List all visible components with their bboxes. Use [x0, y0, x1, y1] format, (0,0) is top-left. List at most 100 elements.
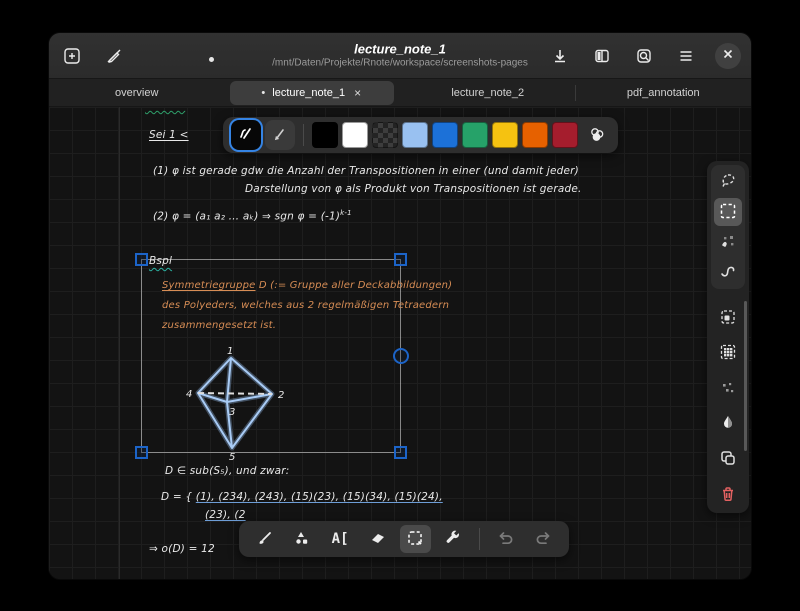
- typewriter-pen-button[interactable]: A[: [324, 525, 356, 553]
- handwriting-symmetry-note: Symmetriegruppe D (:= Gruppe aller Decka…: [162, 280, 453, 331]
- selector-pen-button[interactable]: [399, 525, 432, 553]
- pen-toggle-button[interactable]: [101, 43, 127, 69]
- document-title-block: lecture_note_1 /mnt/Daten/Projekte/Rnote…: [272, 41, 528, 70]
- handwriting-sub-line: D ∈ sub(S₅), und zwar:: [165, 465, 290, 477]
- tab-label: pdf_annotation: [626, 86, 700, 99]
- shaper-pen-button[interactable]: [287, 525, 319, 553]
- save-button[interactable]: [547, 43, 573, 69]
- new-tab-button[interactable]: [59, 43, 85, 69]
- tab-pdf-annotation[interactable]: pdf_annotation: [576, 79, 751, 106]
- color-swatch-black[interactable]: [312, 122, 338, 148]
- marker-pen-icon: [237, 125, 255, 146]
- plus-square-icon: [63, 47, 81, 65]
- handwriting-sei: Sei 1 <: [149, 129, 189, 141]
- handwriting-lemma: Lemma: [145, 107, 185, 110]
- stroke-color-fill-button[interactable]: [714, 411, 742, 438]
- tab-overview[interactable]: overview: [49, 79, 224, 106]
- tab-close-icon[interactable]: ×: [352, 87, 363, 99]
- color-picker-button[interactable]: [584, 122, 610, 148]
- selection-resize-lock-button[interactable]: [714, 305, 742, 332]
- duplicate-icon: [718, 448, 738, 471]
- selection-mode-rectangle-button[interactable]: [714, 198, 742, 226]
- document-path: /mnt/Daten/Projekte/Rnote/workspace/scre…: [272, 57, 528, 69]
- handwriting-item1-line1: (1) φ ist gerade gdw die Anzahl der Tran…: [153, 165, 579, 177]
- tab-lecture-note-2[interactable]: lecture_note_2: [400, 79, 576, 106]
- color-swatch-green[interactable]: [462, 122, 488, 148]
- delete-selection-button[interactable]: [714, 482, 742, 509]
- dashed-rectangle-icon: [718, 201, 738, 224]
- window-close-button[interactable]: [715, 42, 741, 69]
- shapes-icon: [292, 528, 312, 551]
- selection-handle-bottom-right[interactable]: [394, 446, 407, 459]
- color-swatch-white[interactable]: [342, 122, 368, 148]
- color-swatch-yellow[interactable]: [492, 122, 518, 148]
- selection-handle-top-right[interactable]: [394, 253, 407, 266]
- drawing-canvas[interactable]: Lemma Sei 1 < (1) φ ist gerade gdw die A…: [49, 107, 751, 579]
- app-window: lecture_note_1 /mnt/Daten/Projekte/Rnote…: [48, 32, 752, 580]
- tab-label: lecture_note_2: [451, 86, 525, 99]
- selector-options-panel: [707, 161, 749, 513]
- deselect-all-button[interactable]: [714, 376, 742, 403]
- toolbar-divider: [478, 528, 480, 550]
- color-palette-icon: [588, 125, 606, 146]
- handwriting-item2: (2) φ = (a₁ a₂ … aₖ) ⇒ sgn φ = (-1)k-1: [153, 209, 352, 223]
- selection-mode-lasso-button[interactable]: [714, 168, 742, 196]
- color-swatch-red[interactable]: [552, 122, 578, 148]
- selector-icon: [405, 528, 425, 551]
- eraser-icon: [368, 528, 388, 551]
- resize-frame-icon: [718, 307, 738, 330]
- brush-pen-button[interactable]: [249, 525, 281, 553]
- color-swatch-transparent[interactable]: [372, 122, 398, 148]
- selection-handle-bottom-left[interactable]: [135, 446, 148, 459]
- main-menu-button[interactable]: [673, 43, 699, 69]
- tab-bar: overview • lecture_note_1 × lecture_note…: [49, 79, 751, 107]
- vertex-label-2: 2: [278, 390, 284, 401]
- selection-mode-intersecting-path-button[interactable]: [714, 258, 742, 286]
- tap-select-icon: [718, 231, 738, 254]
- selection-rotate-handle[interactable]: [393, 348, 409, 364]
- paintbrush-icon: [255, 528, 275, 551]
- handwriting-bspl: Bspl: [149, 255, 173, 267]
- handwriting-set-line: D = { (1), (234), (243), (15)(23), (15)(…: [161, 491, 443, 503]
- deselect-all-icon: [718, 378, 738, 401]
- octahedron-sketch: 1 2 3 4 5: [186, 346, 284, 462]
- vertex-label-1: 1: [227, 346, 233, 357]
- select-all-button[interactable]: [714, 340, 742, 367]
- droplet-icon: [718, 413, 738, 436]
- color-swatch-orange[interactable]: [522, 122, 548, 148]
- download-icon: [551, 47, 569, 65]
- pens-toolbar: A[: [239, 521, 569, 557]
- selection-handle-top-left[interactable]: [135, 253, 148, 266]
- titlebar: lecture_note_1 /mnt/Daten/Projekte/Rnote…: [49, 33, 751, 79]
- toolbar-divider: [303, 124, 304, 146]
- s-curve-icon: [718, 261, 738, 284]
- panel-scrollbar[interactable]: [744, 301, 747, 451]
- brush-icon: [271, 125, 289, 146]
- undo-button[interactable]: [490, 525, 522, 553]
- pages-icon: [593, 47, 611, 65]
- tab-unsaved-dot: •: [261, 86, 266, 99]
- eraser-pen-button[interactable]: [362, 525, 394, 553]
- tab-label: lecture_note_1: [272, 86, 346, 99]
- vertex-label-4: 4: [186, 389, 192, 400]
- tab-lecture-note-1[interactable]: • lecture_note_1 ×: [224, 79, 400, 106]
- wrench-icon: [443, 528, 463, 551]
- selection-mode-group: [711, 165, 745, 289]
- brush-style-button[interactable]: [265, 120, 295, 150]
- duplicate-selection-button[interactable]: [714, 446, 742, 473]
- document-title: lecture_note_1: [354, 41, 446, 57]
- selection-mode-single-stroke-button[interactable]: [714, 228, 742, 256]
- hamburger-menu-icon: [677, 47, 695, 65]
- workspace-browser-button[interactable]: [631, 43, 657, 69]
- tools-pen-button[interactable]: [437, 525, 469, 553]
- redo-button[interactable]: [527, 525, 559, 553]
- document-search-icon: [635, 47, 653, 65]
- vertex-label-3: 3: [229, 407, 235, 418]
- color-swatch-blue[interactable]: [432, 122, 458, 148]
- select-all-icon: [718, 342, 738, 365]
- selection-region[interactable]: Symmetriegruppe D (:= Gruppe aller Decka…: [135, 253, 452, 462]
- tabs-overview-button[interactable]: [589, 43, 615, 69]
- handwriting-order-line: ⇒ o(D) = 12: [149, 543, 215, 555]
- marker-style-button[interactable]: [231, 120, 261, 150]
- color-swatch-light-blue[interactable]: [402, 122, 428, 148]
